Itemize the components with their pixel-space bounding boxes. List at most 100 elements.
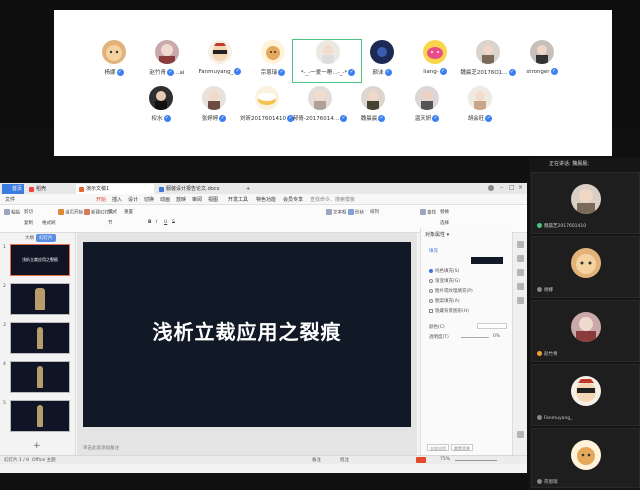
add-slide-button[interactable]: + [33,441,41,451]
menu-member[interactable]: 会员专享 [283,196,303,203]
shape-button[interactable]: 形状 [348,209,364,216]
color-swatch[interactable] [471,257,503,264]
bold-button[interactable]: B [148,220,151,225]
hide-bg-graphics-option[interactable]: 隐藏背景图形(H) [429,308,469,314]
participant[interactable]: stronger ✓ [507,40,577,92]
participant-name: Fanmuyang_ [198,69,234,75]
video-tile[interactable]: 杨娜 [531,236,640,298]
layout-button[interactable]: 版式 [108,209,117,215]
menu-features[interactable]: 特色功能 [256,196,276,203]
video-tile[interactable]: Fanmuyang_ [531,364,640,426]
new-tab-button[interactable]: + [244,184,254,194]
style-icon[interactable] [517,255,524,262]
tab-slides[interactable]: 幻灯片 [36,234,56,242]
tab-docer[interactable]: 稻壳 [26,184,74,194]
help-icon[interactable] [517,431,524,438]
participant[interactable]: 胡会旺 ✓ [445,86,515,138]
shape-icon [348,209,354,215]
avatar [476,40,500,64]
avatar [202,86,226,110]
close-icon[interactable]: × [518,184,523,191]
menu-insert[interactable]: 插入 [112,196,122,203]
current-slide[interactable]: 浅析立裁应用之裂痕 [83,242,411,427]
paste-button[interactable]: 粘贴 [4,209,20,216]
menu-slideshow[interactable]: 放映 [176,196,186,203]
share-icon[interactable] [517,283,524,290]
video-tile[interactable]: 魏晨芝2017601410 [531,172,640,234]
slide-thumbnail[interactable]: 4 [3,361,70,393]
notes-button[interactable]: 备注 [312,457,321,463]
reset-button[interactable]: 重置 [124,209,133,215]
pattern-fill-option[interactable]: 图案填充(A) [429,298,460,304]
avatar [571,376,601,406]
menu-file[interactable]: 文件 [5,196,15,203]
menu-design[interactable]: 设计 [128,196,138,203]
zoom-slider[interactable] [455,460,497,461]
transparency-value[interactable]: 0% [493,334,500,339]
menu-home[interactable]: 开始 [96,196,106,203]
verified-icon: ✓ [116,69,124,76]
mic-icon [537,479,542,484]
doc-icon [159,187,164,192]
arrange-button[interactable]: 排列 [370,209,379,215]
video-tile-name: 杨娜 [537,287,553,293]
solid-fill-option[interactable]: 纯色填充(S) [429,268,459,274]
copy-button[interactable]: 复制 [24,220,33,226]
meeting-screen: 杨娜 ✓ 赵竹青 ✓…ai Fanmuyang_ ✓ 宗恩瑞 ✓ *-_-一爱一嘢…-_… [0,0,640,490]
cut-button[interactable]: 剪切 [24,209,33,215]
slide-title[interactable]: 浅析立裁应用之裂痕 [83,316,411,345]
tab-document[interactable]: 服装设计报告论文.docx [156,184,242,194]
ppt-icon [79,187,84,192]
command-search[interactable]: 查找命令、搜索模板 [310,196,355,203]
format-painter-button[interactable]: 格式刷 [42,220,56,226]
menu-transition[interactable]: 切换 [144,196,154,203]
avatar [530,40,554,64]
find-button[interactable]: 查找 [420,209,436,216]
comment-button[interactable]: 批注 [340,457,349,463]
video-tile[interactable]: 宗恩瑞 [531,428,640,488]
participant-name: 郝倩-20176014… [292,116,340,122]
participant-name: stronger [526,69,550,75]
slide-thumbnail[interactable]: 5 [3,400,70,432]
menu-developer[interactable]: 开发工具 [228,196,248,203]
replace-button[interactable]: 替换 [440,209,449,215]
animation-icon[interactable] [517,269,524,276]
fill-section-label: 填充 [429,249,438,254]
menu-animation[interactable]: 动画 [160,196,170,203]
video-tile[interactable]: 赵竹青 [531,300,640,362]
reset-background-button[interactable]: 重置背景 [451,444,473,451]
tab-home[interactable]: 首页 [2,184,24,194]
section-button[interactable]: 节 [108,220,113,226]
property-icon[interactable] [517,241,524,248]
apply-all-button[interactable]: 全部应用 [427,444,449,451]
underline-button[interactable]: U [164,220,167,225]
settings-icon[interactable] [517,297,524,304]
start-from-current-button[interactable]: 当页开始 [58,209,83,216]
participant-name: *-_-一爱一嘢…-_-* [300,70,348,76]
select-button[interactable]: 选择 [440,220,449,226]
color-picker[interactable] [477,323,507,329]
italic-button[interactable]: I [156,220,157,225]
tab-presentation[interactable]: 演示文稿1 [76,184,154,194]
transparency-slider[interactable] [461,337,489,338]
slide-thumbnail[interactable]: 3 [3,322,70,354]
minimize-icon[interactable]: – [500,184,503,191]
menu-bar: 文件 开始 插入 设计 切换 动画 放映 审阅 视图 开发工具 特色功能 会员专… [0,194,527,205]
tab-outline[interactable]: 大纲 [22,234,37,242]
fashion-figure-image [37,327,43,349]
zoom-level[interactable]: 75% [440,457,450,462]
slide-thumbnail[interactable]: 2 [3,283,70,315]
menu-review[interactable]: 审阅 [192,196,202,203]
maximize-icon[interactable]: □ [509,184,515,191]
tab-bar: 首页 稻壳 演示文稿1 服装设计报告论文.docx + – □ × [0,183,527,194]
user-avatar-icon[interactable] [488,185,494,191]
play-slideshow-icon[interactable] [416,457,426,463]
notes-placeholder[interactable]: 单击此处添加备注 [83,445,119,451]
gradient-fill-option[interactable]: 渐变填充(G) [429,278,460,284]
picture-fill-option[interactable]: 图片或纹理填充(P) [429,288,473,294]
strike-button[interactable]: S [172,220,175,225]
textbox-button[interactable]: 文本框 [326,209,347,216]
slide-thumbnail[interactable]: 1 浅析立裁应用之裂痕 [3,244,70,276]
menu-view[interactable]: 视图 [208,196,218,203]
verified-icon: ✓ [163,115,171,122]
